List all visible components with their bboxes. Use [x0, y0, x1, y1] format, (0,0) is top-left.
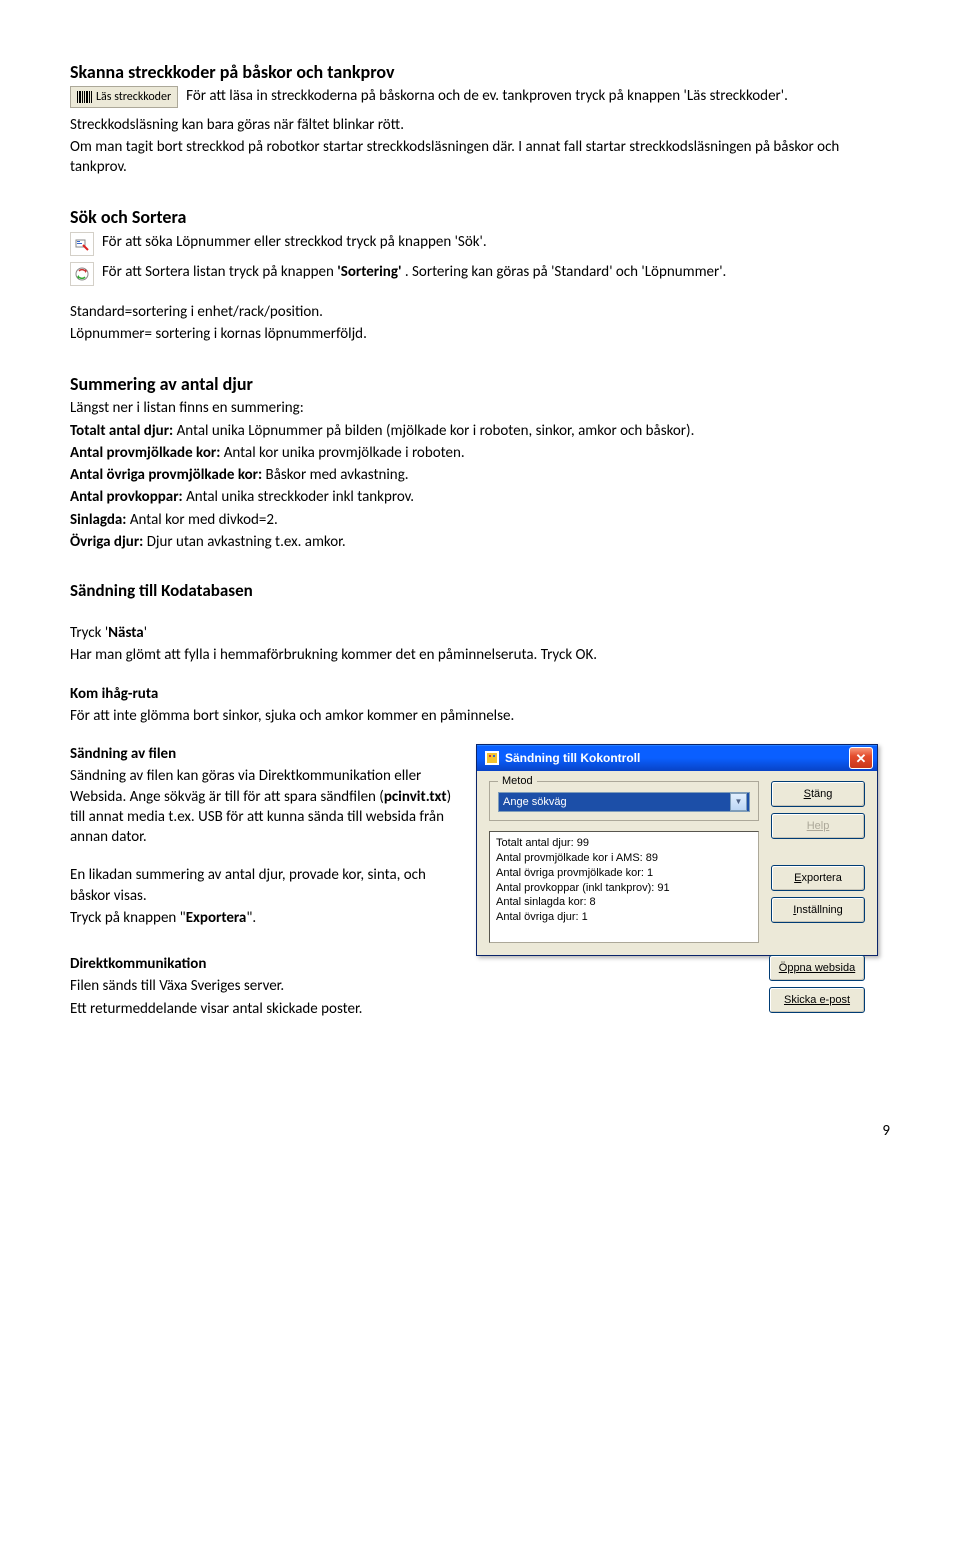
open-website-button[interactable]: Öppna websida: [769, 955, 865, 981]
page-number: 9: [70, 1121, 890, 1141]
text: Antal provmjölkade kor: Antal kor unika …: [70, 443, 890, 463]
text: För att Sortera listan tryck på knappen …: [102, 262, 890, 282]
subheading-direct: Direktkommunikation: [70, 954, 460, 974]
search-icon[interactable]: [70, 232, 94, 256]
chevron-down-icon: ▼: [730, 793, 747, 811]
dialog-title: Sändning till Kokontroll: [505, 750, 640, 766]
text: Streckkodsläsning kan bara göras när fäl…: [70, 115, 890, 135]
close-button[interactable]: ✕: [849, 747, 873, 769]
text: Tryck 'Nästa': [70, 623, 890, 643]
text: Totalt antal djur: Antal unika Löpnummer…: [70, 421, 890, 441]
send-kokontroll-dialog: Sändning till Kokontroll ✕ Metod Ange sö…: [476, 744, 878, 956]
heading-search-sort: Sök och Sortera: [70, 205, 890, 229]
dialog-titlebar[interactable]: Sändning till Kokontroll ✕: [477, 745, 877, 771]
text: Ett returmeddelande visar antal skickade…: [70, 999, 460, 1019]
text: Tryck på knappen "Exportera".: [70, 908, 460, 928]
text: En likadan summering av antal djur, prov…: [70, 865, 460, 906]
text: Standard=sortering i enhet/rack/position…: [70, 302, 890, 322]
method-label: Metod: [498, 774, 537, 789]
heading-summary: Summering av antal djur: [70, 372, 890, 396]
info-line: Antal övriga provmjölkade kor: 1: [496, 866, 752, 881]
text: Antal övriga provmjölkade kor: Båskor me…: [70, 465, 890, 485]
close-icon: ✕: [856, 752, 867, 765]
read-barcodes-button[interactable]: Läs streckkoder: [70, 86, 178, 108]
info-line: Antal provmjölkade kor i AMS: 89: [496, 851, 752, 866]
text: Har man glömt att fylla i hemmaförbrukni…: [70, 645, 890, 665]
heading-send-kodatabasen: Sändning till Kodatabasen: [70, 580, 890, 603]
app-icon: [485, 751, 499, 765]
info-line: Antal sinlagda kor: 8: [496, 895, 752, 910]
help-button[interactable]: Help: [771, 813, 865, 839]
text: Övriga djur: Djur utan avkastning t.ex. …: [70, 532, 890, 552]
text: Längst ner i listan finns en summering:: [70, 398, 890, 418]
barcode-icon: [77, 91, 92, 103]
settings-button[interactable]: Inställning: [771, 897, 865, 923]
info-line: Totalt antal djur: 99: [496, 836, 752, 851]
subheading-remember: Kom ihåg-ruta: [70, 684, 890, 704]
text: För att inte glömma bort sinkor, sjuka o…: [70, 706, 890, 726]
method-fieldset: Metod Ange sökväg ▼: [489, 781, 759, 821]
info-line: Antal provkoppar (inkl tankprov): 91: [496, 881, 752, 896]
dropdown-value: Ange sökväg: [503, 795, 567, 810]
text: Sändning av filen kan göras via Direktko…: [70, 766, 460, 847]
text: Löpnummer= sortering i kornas löpnummerf…: [70, 324, 890, 344]
text: För att söka Löpnummer eller streckkod t…: [102, 232, 890, 252]
method-dropdown[interactable]: Ange sökväg ▼: [498, 792, 750, 812]
text: För att läsa in streckkoderna på båskorn…: [186, 86, 890, 106]
sort-icon[interactable]: [70, 262, 94, 286]
text: Antal provkoppar: Antal unika streckkode…: [70, 487, 890, 507]
summary-info-box: Totalt antal djur: 99 Antal provmjölkade…: [489, 831, 759, 943]
text: Filen sänds till Växa Sveriges server.: [70, 976, 460, 996]
close-dialog-button[interactable]: Stäng: [771, 781, 865, 807]
read-barcodes-label: Läs streckkoder: [96, 89, 171, 105]
subheading-send-file: Sändning av filen: [70, 744, 460, 764]
text: Om man tagit bort streckkod på robotkor …: [70, 137, 890, 178]
info-line: Antal övriga djur: 1: [496, 910, 752, 925]
send-email-button[interactable]: Skicka e-post: [769, 987, 865, 1013]
export-button[interactable]: Exportera: [771, 865, 865, 891]
heading-scan-barcodes: Skanna streckkoder på båskor och tankpro…: [70, 60, 890, 84]
text: Sinlagda: Antal kor med divkod=2.: [70, 510, 890, 530]
